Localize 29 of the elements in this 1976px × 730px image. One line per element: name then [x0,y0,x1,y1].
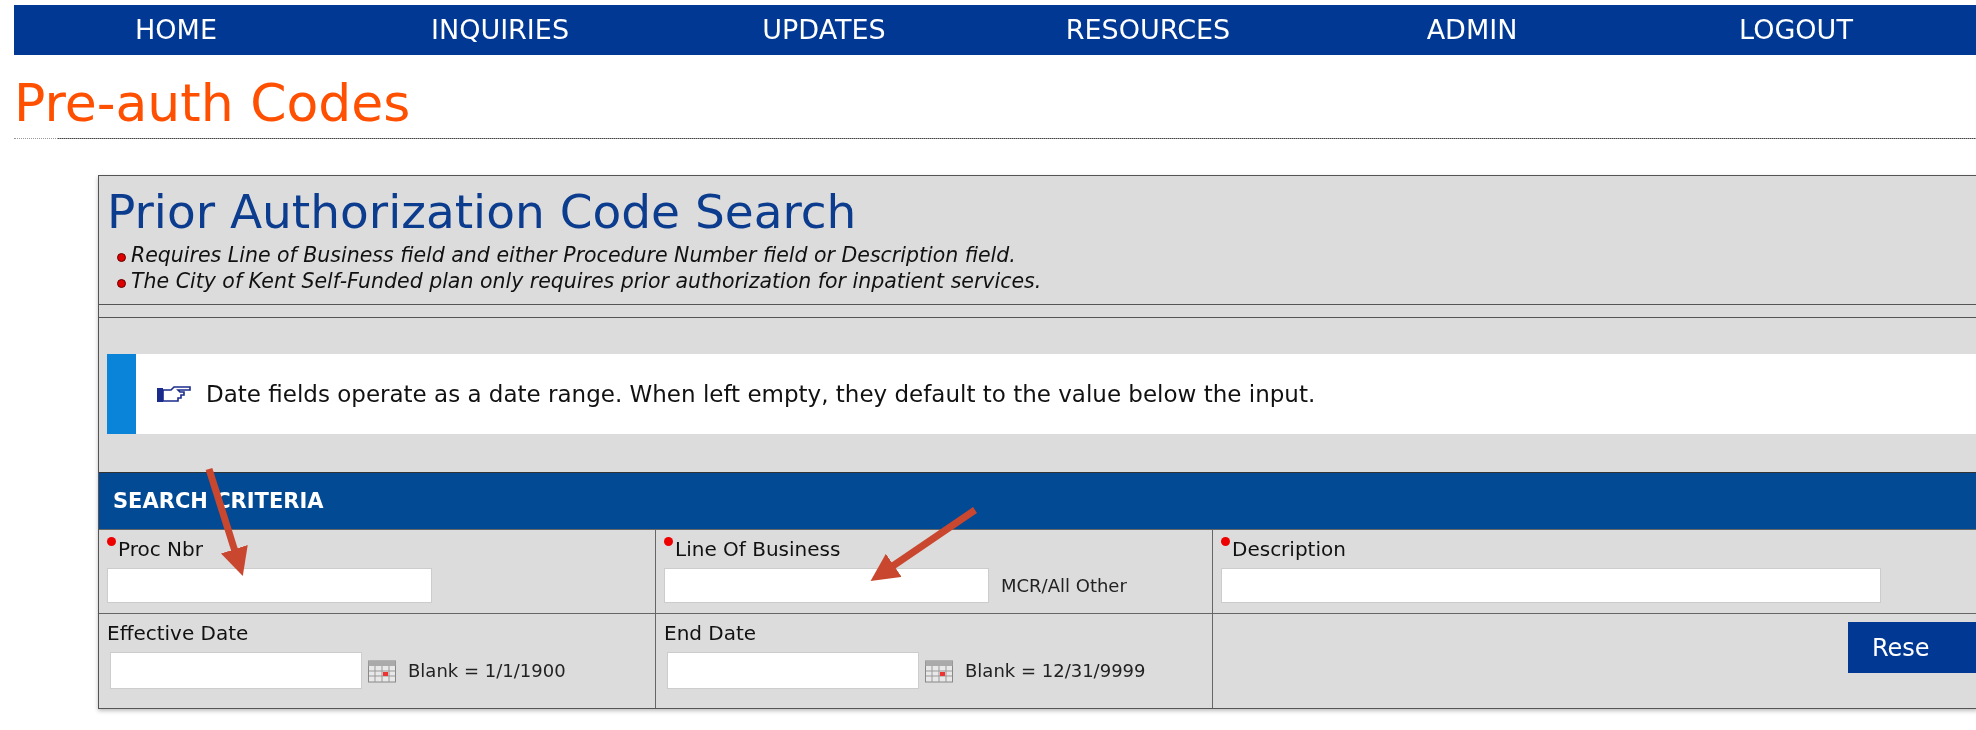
date-field[interactable] [667,652,919,689]
bullet-icon [117,252,126,262]
nav-link[interactable]: HOME [14,5,338,55]
text-field[interactable] [1221,568,1881,603]
bullet-icon [117,278,126,288]
info-text: Date fields operate as a date range. When left empty, they default to the value below the input. [206,381,1316,407]
field-hint: Blank = 12/31/9999 [965,660,1146,681]
field-label: Line Of Business [675,536,841,562]
nav-link[interactable]: UPDATES [662,5,986,55]
field-label: End Date [664,620,757,646]
calendar-icon[interactable] [925,660,953,682]
pointing-hand-icon [157,386,191,402]
field-hint: Blank = 1/1/1900 [408,660,566,681]
reset-button[interactable]: Rese [1848,622,1976,673]
text-field[interactable] [664,568,989,603]
date-field[interactable] [110,652,362,689]
nav-link[interactable]: ADMIN [1310,5,1634,55]
nav-link[interactable]: INQUIRIES [338,5,662,55]
nav-link[interactable]: RESOURCES [986,5,1310,55]
calendar-icon[interactable] [368,660,396,682]
field-hint: MCR/All Other [1001,575,1127,596]
field-label: Proc Nbr [118,536,203,562]
requirement-note: The City of Kent Self-Funded plan only requires prior authorization for inpatient services. [131,268,1042,294]
field-label: Description [1232,536,1346,562]
requirement-note: Requires Line of Business field and either Procedure Number field or Description field. [131,242,1016,268]
nav-link[interactable]: LOGOUT [1634,5,1958,55]
field-label: Effective Date [107,620,249,646]
text-field[interactable] [107,568,432,603]
panel-title: Prior Authorization Code Search [106,183,858,240]
